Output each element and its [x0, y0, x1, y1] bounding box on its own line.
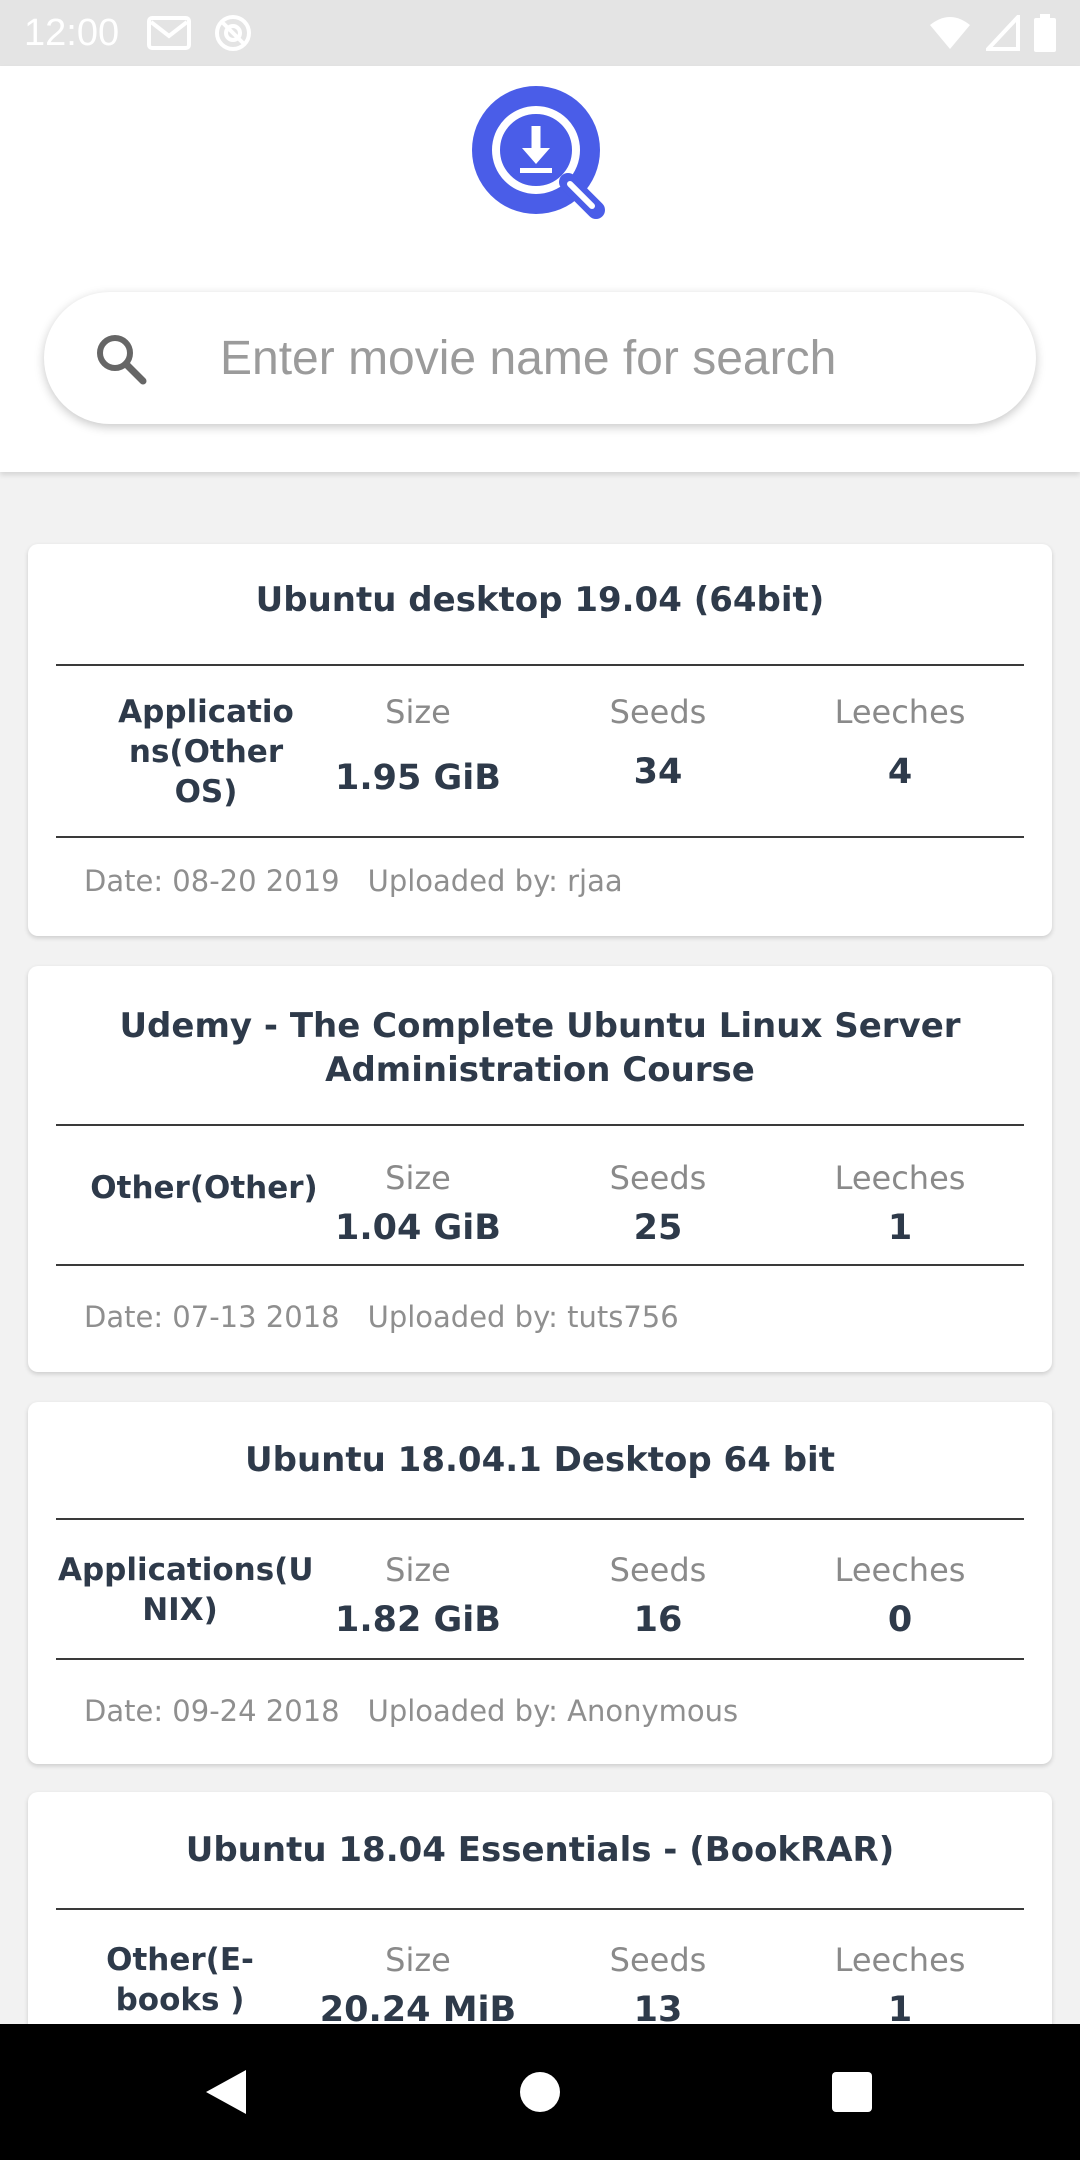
- result-title: Ubuntu 18.04 Essentials - (BookRAR): [185, 1830, 895, 1870]
- sync-icon: [215, 15, 252, 51]
- leeches-value: 1: [887, 1208, 913, 1248]
- status-time: 12:00: [24, 11, 120, 54]
- size-label: Size: [385, 1159, 451, 1197]
- back-triangle-icon: [206, 2070, 246, 2114]
- home-button[interactable]: [470, 2024, 610, 2160]
- leeches-value: 0: [887, 1600, 913, 1640]
- leeches-value: 1: [887, 1990, 913, 2024]
- result-category: Applicatio ns(Other OS): [118, 694, 294, 810]
- leeches-label: Leeches: [834, 1159, 966, 1197]
- home-circle-icon: [520, 2072, 560, 2112]
- leeches-value: 4: [887, 752, 913, 792]
- size-value: 1.04 GiB: [335, 1208, 501, 1248]
- recents-square-icon: [832, 2072, 872, 2112]
- notification-icons: [147, 13, 253, 53]
- search-input[interactable]: [220, 318, 1000, 398]
- seeds-value: 16: [633, 1600, 683, 1640]
- result-title: Ubuntu desktop 19.04 (64bit): [255, 580, 825, 620]
- result-uploader: Uploaded by: rjaa: [367, 864, 623, 898]
- seeds-label: Seeds: [609, 1551, 707, 1589]
- leeches-label: Leeches: [834, 1551, 966, 1589]
- result-date: Date: 08-20 2019: [84, 864, 340, 898]
- seeds-value: 13: [633, 1990, 683, 2024]
- system-icons: [928, 14, 1056, 52]
- size-label: Size: [385, 1941, 451, 1979]
- seeds-value: 34: [633, 752, 683, 792]
- result-meta: Date: 09-24 2018 Uploaded by: Anonymous: [84, 1694, 738, 1728]
- seeds-label: Seeds: [609, 693, 707, 731]
- result-meta: Date: 07-13 2018 Uploaded by: tuts756: [84, 1300, 679, 1334]
- result-card[interactable]: Ubuntu 18.04 Essentials - (BookRAR) Othe…: [28, 1792, 1052, 2024]
- result-date: Date: 07-13 2018: [84, 1300, 340, 1334]
- result-category: Other(E-books ): [106, 1942, 254, 2018]
- size-value: 1.82 GiB: [335, 1600, 501, 1640]
- app-screen: 12:00 Enter movie name for search Ubuntu…: [0, 0, 1080, 2160]
- divider: [56, 1908, 1024, 1910]
- divider: [56, 1658, 1024, 1660]
- result-category: Applications(U NIX): [58, 1552, 314, 1628]
- result-card[interactable]: Ubuntu 18.04.1 Desktop 64 bit Applicatio…: [28, 1402, 1052, 1764]
- result-uploader: Uploaded by: tuts756: [367, 1300, 679, 1334]
- search-icon[interactable]: [94, 332, 148, 386]
- leeches-label: Leeches: [834, 693, 966, 731]
- status-bar: 12:00: [0, 0, 1080, 66]
- divider: [56, 1124, 1024, 1126]
- size-value: 1.95 GiB: [335, 758, 501, 798]
- result-title: Ubuntu 18.04.1 Desktop 64 bit: [245, 1440, 835, 1480]
- result-uploader: Uploaded by: Anonymous: [367, 1694, 739, 1728]
- divider: [56, 1264, 1024, 1266]
- recents-button[interactable]: [782, 2024, 922, 2160]
- back-button[interactable]: [156, 2024, 296, 2160]
- size-value: 20.24 MiB: [319, 1990, 517, 2024]
- divider: [56, 1518, 1024, 1520]
- leeches-label: Leeches: [834, 1941, 966, 1979]
- size-label: Size: [385, 693, 451, 731]
- gmail-icon: [147, 16, 192, 50]
- seeds-label: Seeds: [609, 1159, 707, 1197]
- seeds-label: Seeds: [609, 1941, 707, 1979]
- app-header: [0, 66, 1080, 472]
- results-list: Ubuntu desktop 19.04 (64bit) Applicatio …: [0, 472, 1080, 2024]
- battery-icon: [1034, 14, 1056, 52]
- result-category: Other(Other): [90, 1170, 318, 1206]
- wifi-icon: [930, 17, 970, 49]
- result-title: Udemy - The Complete Ubuntu Linux Server…: [119, 1006, 961, 1090]
- navigation-bar: [0, 2024, 1080, 2160]
- divider: [56, 836, 1024, 838]
- result-card[interactable]: Ubuntu desktop 19.04 (64bit) Applicatio …: [28, 544, 1052, 936]
- result-date: Date: 09-24 2018: [84, 1694, 340, 1728]
- search-bar[interactable]: [44, 292, 1036, 424]
- divider: [56, 664, 1024, 666]
- seeds-value: 25: [633, 1208, 683, 1248]
- result-meta: Date: 08-20 2019 Uploaded by: rjaa: [84, 864, 623, 898]
- result-card[interactable]: Udemy - The Complete Ubuntu Linux Server…: [28, 966, 1052, 1372]
- download-search-logo-icon: [472, 86, 605, 219]
- size-label: Size: [385, 1551, 451, 1589]
- cell-signal-icon: [986, 15, 1020, 51]
